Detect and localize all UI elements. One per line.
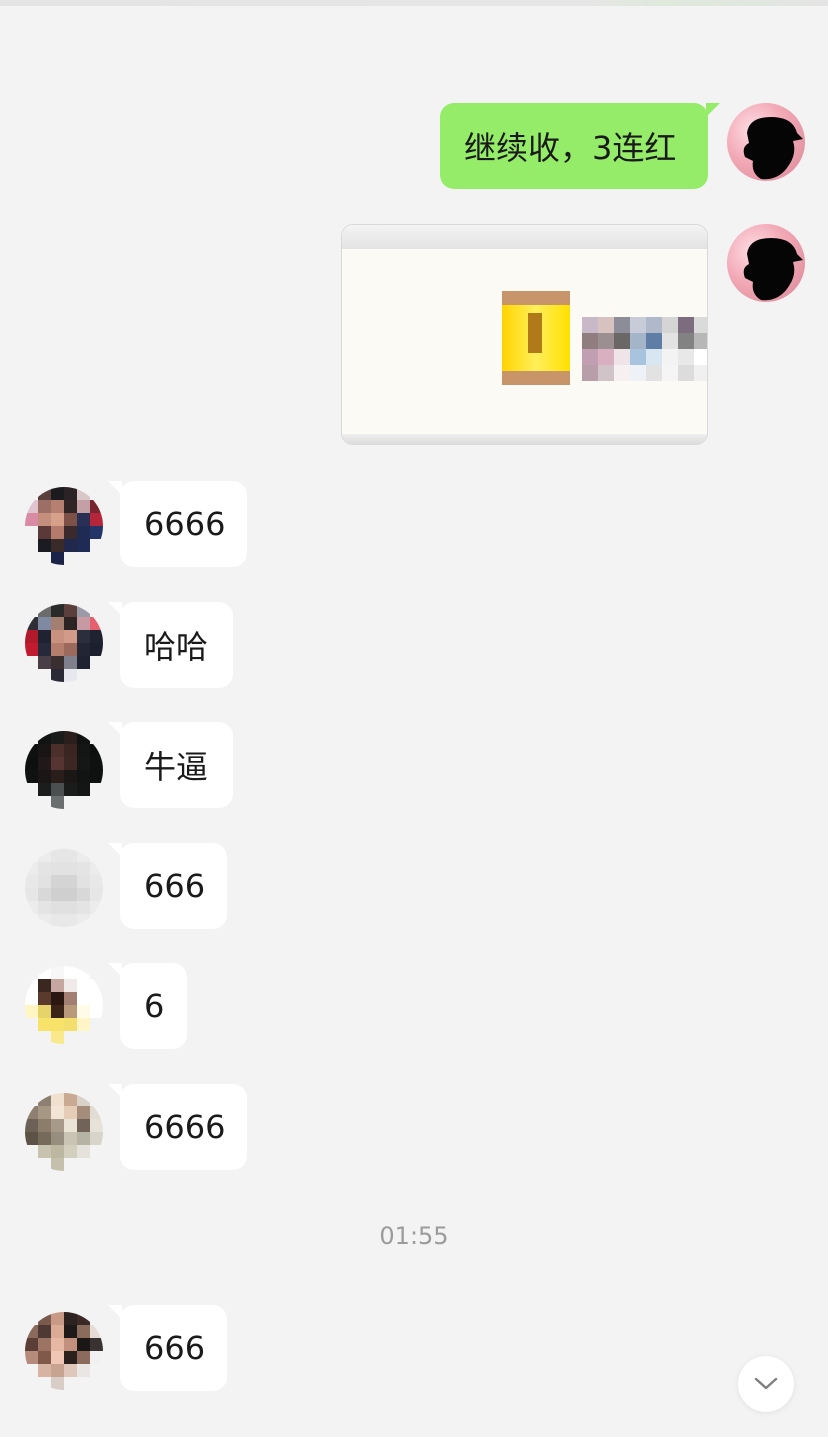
status-strip xyxy=(0,0,828,6)
my-avatar[interactable] xyxy=(727,224,805,302)
incoming-message-bubble[interactable]: 6 xyxy=(108,963,187,1049)
sender-avatar[interactable] xyxy=(25,1312,103,1390)
sender-avatar[interactable] xyxy=(25,604,103,682)
chevron-down-icon xyxy=(754,1377,778,1390)
message-timestamp: 01:55 xyxy=(379,1222,449,1250)
my-avatar[interactable] xyxy=(727,103,805,181)
sender-avatar[interactable] xyxy=(25,849,103,927)
message-text: 666 xyxy=(144,867,206,905)
image-footer-bar xyxy=(342,434,707,444)
outgoing-message-bubble[interactable]: 继续收，3连红 xyxy=(440,103,720,189)
user-silhouette-icon xyxy=(743,117,803,180)
image-header-bar xyxy=(342,225,707,249)
trophy-graphic xyxy=(502,291,570,385)
scroll-to-bottom-button[interactable] xyxy=(738,1356,794,1412)
pixelated-content xyxy=(582,317,707,381)
sender-avatar[interactable] xyxy=(25,1093,103,1171)
incoming-message-bubble[interactable]: 666 xyxy=(108,843,227,929)
message-text: 666 xyxy=(144,1329,206,1367)
message-text: 6 xyxy=(144,987,165,1025)
message-text: 哈哈 xyxy=(144,628,209,666)
sender-avatar[interactable] xyxy=(25,966,103,1044)
incoming-message-bubble[interactable]: 牛逼 xyxy=(108,722,233,808)
chat-screen: 继续收，3连红 6666 哈哈 牛逼 666 6 6666 01:55 666 xyxy=(0,0,828,1437)
incoming-message-bubble[interactable]: 哈哈 xyxy=(108,602,233,688)
incoming-message-bubble[interactable]: 6666 xyxy=(108,1084,247,1170)
shared-image-message[interactable] xyxy=(341,224,708,445)
message-text: 6666 xyxy=(144,505,226,543)
incoming-message-bubble[interactable]: 6666 xyxy=(108,481,247,567)
message-text: 6666 xyxy=(144,1108,226,1146)
sender-avatar[interactable] xyxy=(25,731,103,809)
user-silhouette-icon xyxy=(743,238,803,301)
message-text: 继续收，3连红 xyxy=(464,129,677,167)
incoming-message-bubble[interactable]: 666 xyxy=(108,1305,227,1391)
message-text: 牛逼 xyxy=(144,748,209,786)
sender-avatar[interactable] xyxy=(25,487,103,565)
